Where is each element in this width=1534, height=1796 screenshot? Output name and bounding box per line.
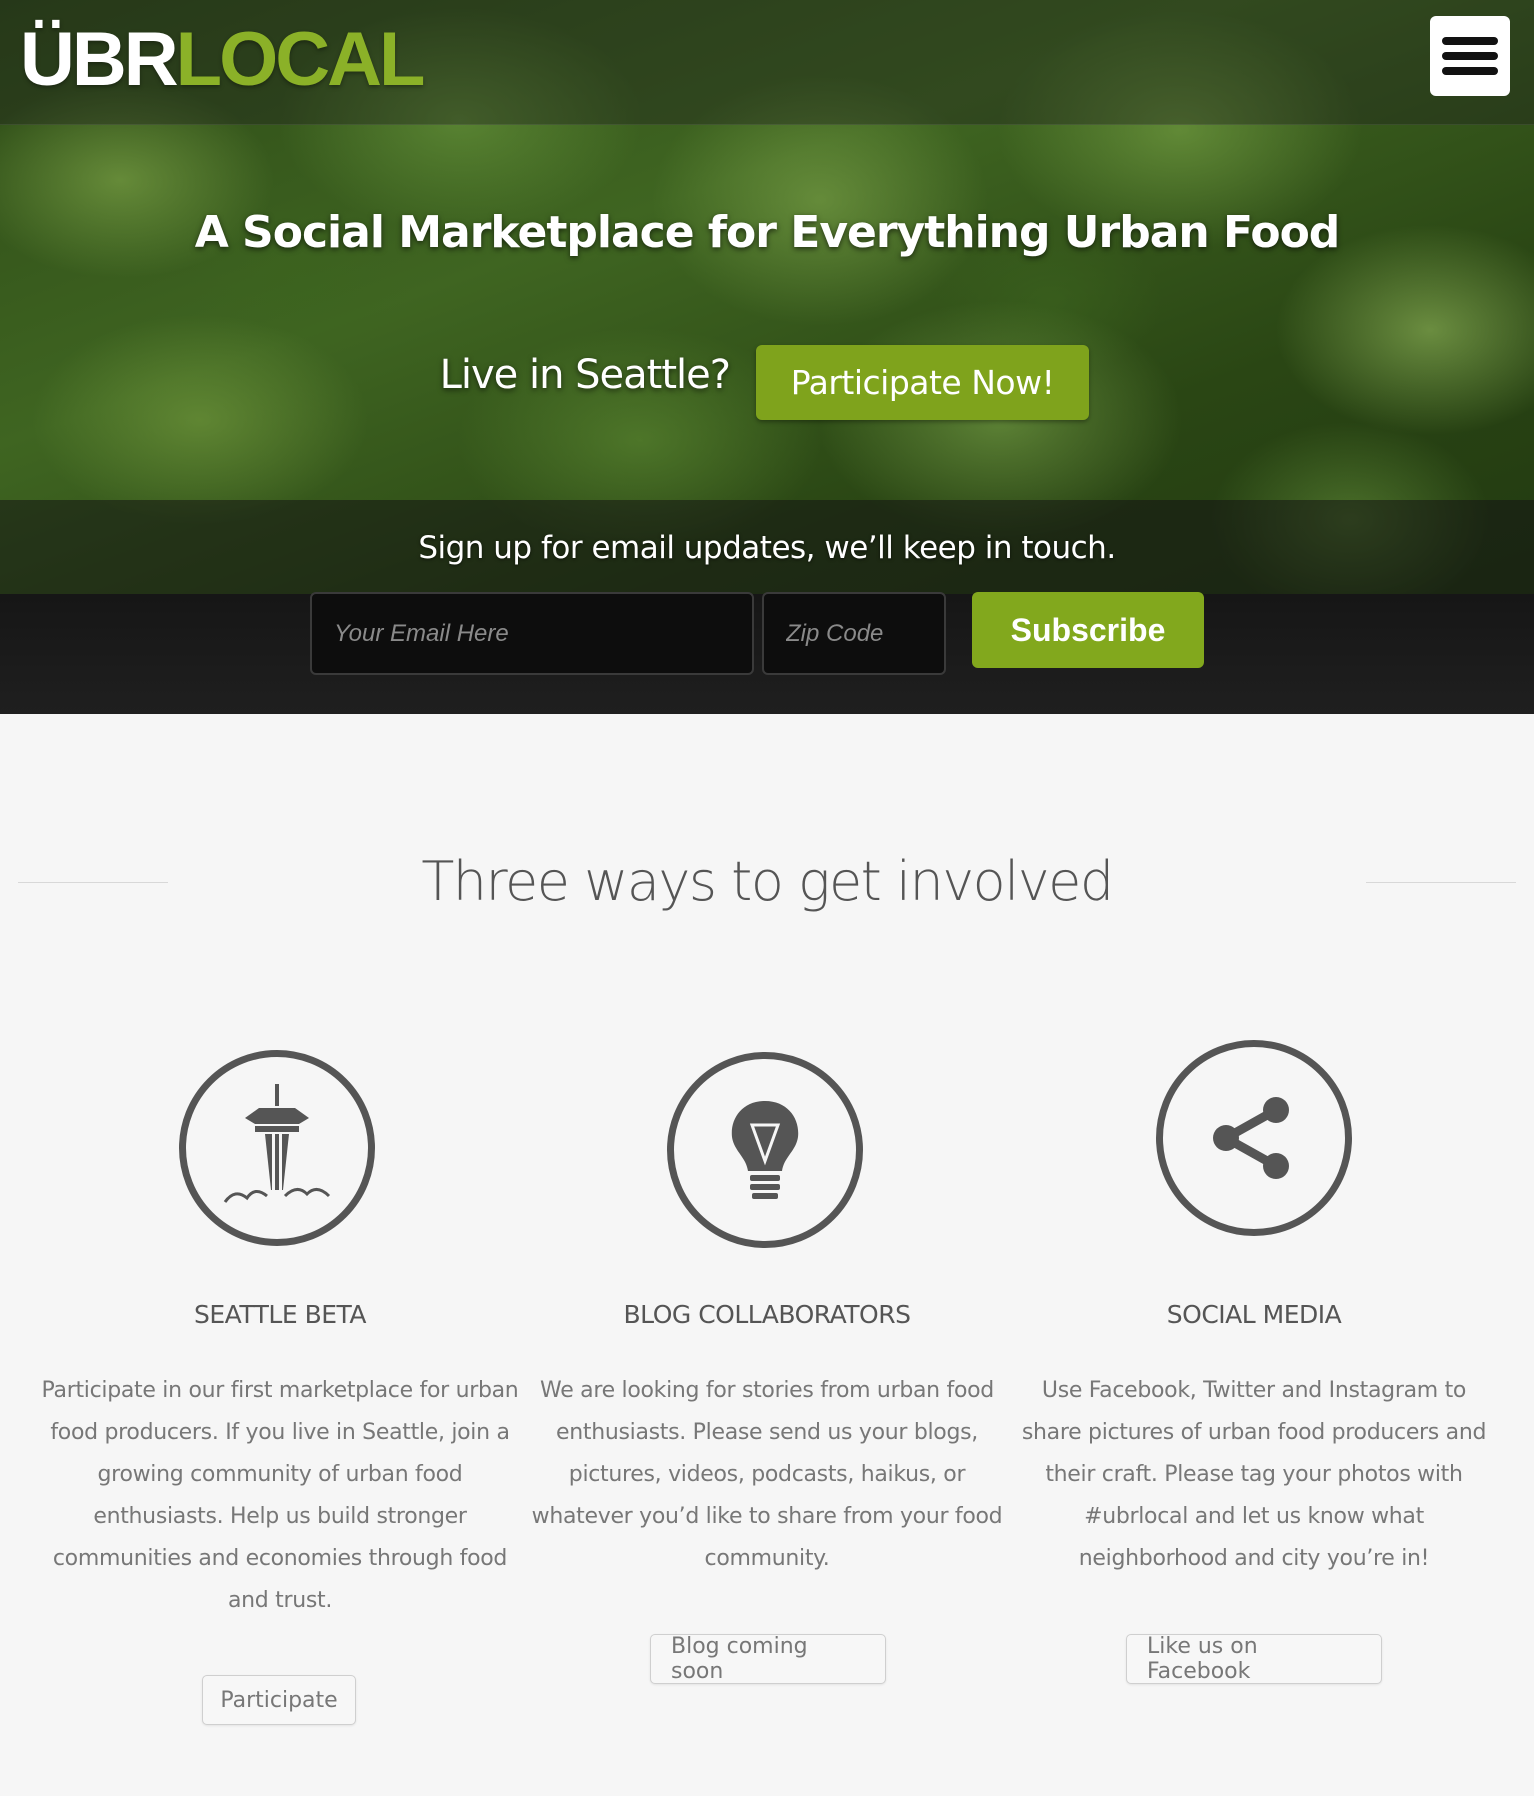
blog-collaborators-title: BLOG COLLABORATORS [623,1300,911,1329]
social-media-body: Use Facebook, Twitter and Instagram to s… [1021,1378,1487,1571]
participate-now-button[interactable]: Participate Now! [756,345,1089,420]
zip-code-input[interactable] [762,592,946,675]
participate-button[interactable]: Participate [202,1675,356,1725]
seattle-beta-body: Participate in our first marketplace for… [41,1378,519,1613]
seattle-beta-title: SEATTLE BETA [194,1300,366,1329]
brand-logo[interactable]: ÜBRLOCAL [20,17,426,102]
section-title: Three ways to get involved [421,850,1114,913]
cta-prompt: Live in Seattle? [439,352,731,398]
signup-text: Sign up for email updates, we’ll keep in… [418,530,1116,566]
hamburger-menu-button[interactable] [1430,16,1510,96]
logo-text-green: LOCAL [175,17,426,102]
social-media-title: SOCIAL MEDIA [1166,1300,1342,1329]
hero-title: A Social Marketplace for Everything Urba… [194,207,1341,258]
like-facebook-button[interactable]: Like us on Facebook [1126,1634,1382,1684]
hamburger-icon [1442,37,1498,45]
email-input[interactable] [310,592,754,675]
divider-right [1366,882,1516,883]
space-needle-icon [179,1050,375,1246]
share-icon [1156,1040,1352,1236]
lightbulb-icon [667,1052,863,1248]
blog-collaborators-body: We are looking for stories from urban fo… [531,1378,1003,1571]
subscribe-button[interactable]: Subscribe [972,592,1204,668]
logo-text-white: ÜBR [20,17,179,102]
blog-coming-soon-button[interactable]: Blog coming soon [650,1634,886,1684]
